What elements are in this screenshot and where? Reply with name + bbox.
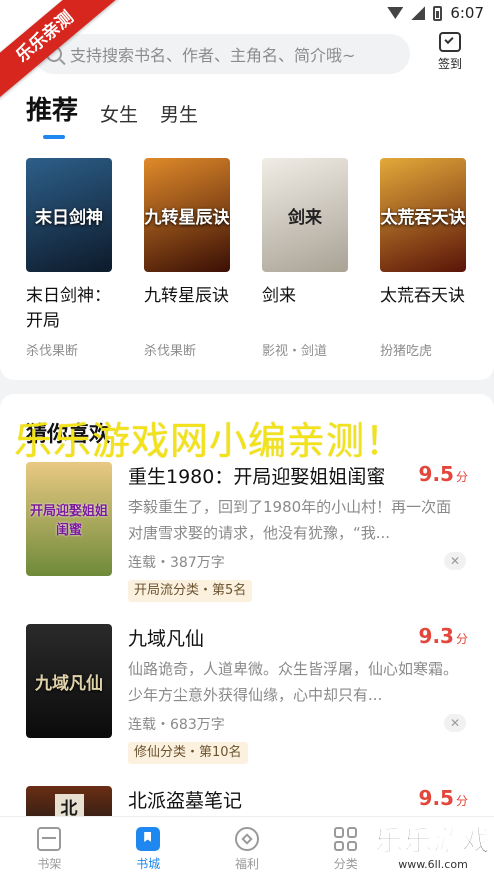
book-cover[interactable]: 末日剑神 xyxy=(26,158,112,272)
book-title: 重生1980：开局迎娶姐姐闺蜜 xyxy=(128,466,386,488)
tab-label: 书架 xyxy=(37,857,62,871)
tab-female[interactable]: 女生 xyxy=(100,100,138,127)
book-title: 太荒吞天诀 xyxy=(380,286,465,306)
calendar-check-icon xyxy=(439,32,461,52)
book-tag: 杀伐果断 xyxy=(144,344,197,359)
recommend-book[interactable]: 末日剑神 末日剑神：开局 杀伐果断 xyxy=(26,158,112,359)
logo-text: 乐乐游戏 xyxy=(374,824,491,858)
header-panel: 支持搜索书名、作者、主角名、简介哦~ 签到 推荐 女生 男生 末日剑神 末日剑神… xyxy=(0,28,494,380)
tab-male[interactable]: 男生 xyxy=(160,100,198,127)
search-bar[interactable]: 支持搜索书名、作者、主角名、简介哦~ xyxy=(34,34,410,74)
book-cover[interactable]: 九域凡仙 xyxy=(26,624,112,738)
book-tag: 影视・剑道 xyxy=(262,344,328,359)
book-desc: 李毅重生了，回到了1980年的小山村！再一次面对唐雪求娶的请求，他没有犹豫，“我… xyxy=(128,498,452,542)
score-unit: 分 xyxy=(455,632,468,646)
recommend-book[interactable]: 九转星辰诀 九转星辰诀 杀伐果断 xyxy=(144,158,230,359)
cover-text: 剑来 xyxy=(288,207,322,228)
close-icon[interactable]: ✕ xyxy=(444,552,466,570)
category-tabs: 推荐 女生 男生 xyxy=(26,90,198,139)
score-unit: 分 xyxy=(455,794,468,808)
book-tag: 杀伐果断 xyxy=(26,344,79,359)
wifi-icon xyxy=(387,7,404,19)
signin-label: 签到 xyxy=(437,57,462,71)
book-score: 9.3 分 xyxy=(419,624,468,648)
recommend-row: 末日剑神 末日剑神：开局 杀伐果断 九转星辰诀 九转星辰诀 杀伐果断 剑来 剑来… xyxy=(26,158,466,359)
category-icon xyxy=(333,827,358,851)
watermark: 乐乐游戏网小编亲测！ xyxy=(14,419,405,463)
status-icons: 6:07 xyxy=(387,4,484,22)
recommend-book[interactable]: 剑来 剑来 影视・剑道 xyxy=(262,158,348,359)
book-meta: 连载・683万字 xyxy=(128,717,225,733)
cover-text: 九域凡仙 xyxy=(35,673,103,694)
book-cover[interactable]: 剑来 xyxy=(262,158,348,272)
recommend-book[interactable]: 太荒吞天诀 太荒吞天诀 扮猪吃虎 xyxy=(380,158,466,359)
tab-label: 推荐 xyxy=(26,96,79,126)
logo-url: www.6ll.com xyxy=(398,858,468,871)
cover-text: 九转星辰诀 xyxy=(144,207,230,228)
list-item[interactable]: 开局迎娶姐姐闺蜜 重生1980：开局迎娶姐姐闺蜜 9.5 分 李毅重生了，回到了1… xyxy=(26,462,468,608)
book-meta: 连载・387万字 xyxy=(128,555,225,571)
cover-text: 太荒吞天诀 xyxy=(380,207,466,228)
rank-badge: 修仙分类・第10名 xyxy=(128,742,248,764)
book-title: 北派盗墓笔记 xyxy=(128,790,243,812)
tab-label: 福利 xyxy=(234,857,259,871)
book-title: 剑来 xyxy=(262,286,296,306)
book-title: 九域凡仙 xyxy=(128,628,205,650)
tab-bookshelf[interactable]: 书架 xyxy=(0,817,99,878)
score-value: 9.3 xyxy=(418,624,454,648)
bookshelf-icon xyxy=(37,827,62,851)
bookstore-icon xyxy=(136,827,161,851)
tab-welfare[interactable]: 福利 xyxy=(198,817,297,878)
book-desc: 仙路诡奇，人道卑微。众生皆浮屠，仙心如寒霜。少年方尘意外获得仙缘，心中却只有..… xyxy=(128,660,459,704)
guess-panel: 猜你喜欢 开局迎娶姐姐闺蜜 重生1980：开局迎娶姐姐闺蜜 9.5 分 李毅重生了… xyxy=(0,394,494,878)
book-cover[interactable]: 开局迎娶姐姐闺蜜 xyxy=(26,462,112,576)
book-title: 九转星辰诀 xyxy=(144,286,229,306)
signal-icon xyxy=(411,6,426,20)
tab-recommend[interactable]: 推荐 xyxy=(26,90,79,139)
battery-icon xyxy=(433,5,443,21)
signin-button[interactable]: 签到 xyxy=(432,32,468,72)
status-time: 6:07 xyxy=(450,4,484,22)
tab-underline xyxy=(43,135,65,139)
rank-badge: 开局流分类・第5名 xyxy=(128,580,253,602)
book-cover[interactable]: 太荒吞天诀 xyxy=(380,158,466,272)
book-cover[interactable]: 九转星辰诀 xyxy=(144,158,230,272)
tab-bookstore[interactable]: 书城 xyxy=(99,817,198,878)
cover-text: 末日剑神 xyxy=(35,207,103,228)
close-icon[interactable]: ✕ xyxy=(444,714,466,732)
score-value: 9.5 xyxy=(418,786,454,810)
book-score: 9.5 分 xyxy=(419,786,468,810)
book-title: 末日剑神：开局 xyxy=(26,286,111,331)
tab-label: 书城 xyxy=(136,857,161,871)
score-value: 9.5 xyxy=(418,462,454,486)
score-unit: 分 xyxy=(455,470,468,484)
list-item[interactable]: 九域凡仙 九域凡仙 9.3 分 仙路诡奇，人道卑微。众生皆浮屠，仙心如寒霜。少年方… xyxy=(26,624,468,770)
cover-text: 开局迎娶姐姐闺蜜 xyxy=(29,504,108,538)
cover-text: 北 xyxy=(54,793,84,819)
book-score: 9.5 分 xyxy=(419,462,468,486)
book-tag: 扮猪吃虎 xyxy=(380,344,433,359)
corner-logo: 乐乐游戏 www.6ll.com xyxy=(374,824,492,876)
welfare-icon xyxy=(234,827,259,851)
search-placeholder: 支持搜索书名、作者、主角名、简介哦~ xyxy=(70,46,356,65)
